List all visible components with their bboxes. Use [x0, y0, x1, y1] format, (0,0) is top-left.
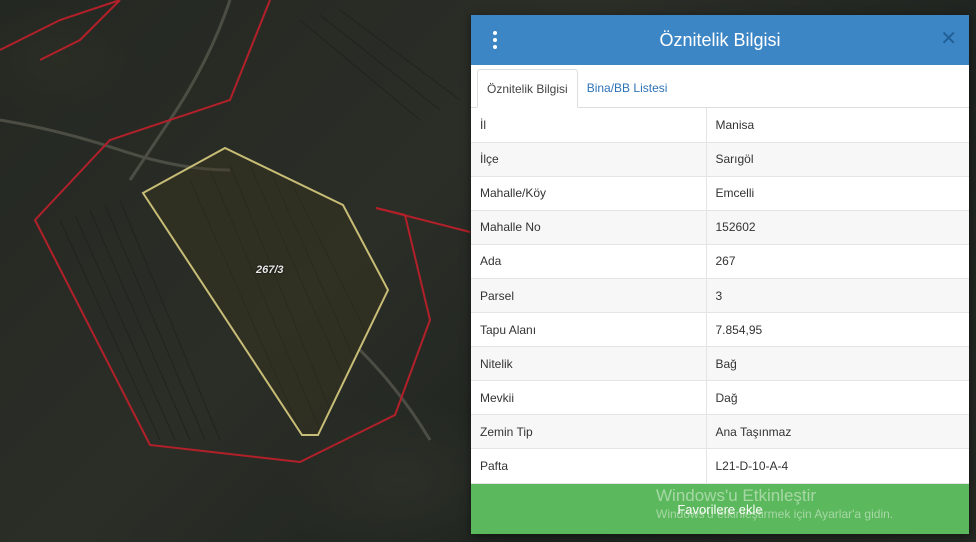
- row-key: Mahalle/Köy: [471, 176, 707, 211]
- row-key: Ada: [471, 244, 707, 279]
- row-value: Manisa: [706, 108, 969, 143]
- tab-building-list[interactable]: Bina/BB Listesi: [578, 68, 677, 107]
- tab-attribute-info[interactable]: Öznitelik Bilgisi: [477, 69, 578, 108]
- table-row: İlçe Sarıgöl: [471, 142, 969, 177]
- row-value: Bağ: [706, 346, 969, 382]
- panel-title: Öznitelik Bilgisi: [659, 29, 781, 50]
- row-value: 152602: [706, 210, 969, 245]
- tab-bar: Öznitelik Bilgisi Bina/BB Listesi: [471, 65, 969, 108]
- row-key: Pafta: [471, 448, 707, 484]
- attribute-table: İl Manisa İlçe Sarıgöl Mahalle/Köy Emcel…: [471, 108, 969, 484]
- parcel-label: 267/3: [256, 264, 284, 276]
- row-value: Emcelli: [706, 176, 969, 211]
- table-row: Pafta L21-D-10-A-4: [471, 448, 969, 484]
- table-row: Mahalle No 152602: [471, 210, 969, 245]
- row-value: 3: [706, 278, 969, 314]
- row-key: İlçe: [471, 142, 707, 177]
- panel-header: Öznitelik Bilgisi ✕: [471, 15, 969, 65]
- attribute-panel: Öznitelik Bilgisi ✕ Öznitelik Bilgisi Bi…: [471, 15, 969, 534]
- row-key: Mevkii: [471, 380, 707, 416]
- add-to-favorites-button[interactable]: Favorilere ekle: [471, 484, 969, 534]
- row-key: Mahalle No: [471, 210, 707, 245]
- table-row: Mahalle/Köy Emcelli: [471, 176, 969, 211]
- row-value: 7.854,95: [706, 312, 969, 348]
- vertical-dots-icon[interactable]: [491, 31, 499, 49]
- row-key: Parsel: [471, 278, 707, 314]
- table-row: Zemin Tip Ana Taşınmaz: [471, 414, 969, 450]
- row-key: İl: [471, 108, 707, 143]
- row-key: Nitelik: [471, 346, 707, 382]
- row-value: Sarıgöl: [706, 142, 969, 177]
- row-value: L21-D-10-A-4: [706, 448, 969, 484]
- table-row: Nitelik Bağ: [471, 346, 969, 382]
- row-key: Tapu Alanı: [471, 312, 707, 348]
- table-row: Tapu Alanı 7.854,95: [471, 312, 969, 348]
- row-value: Dağ: [706, 380, 969, 416]
- table-row: Parsel 3: [471, 278, 969, 314]
- row-value: 267: [706, 244, 969, 279]
- table-row: Ada 267: [471, 244, 969, 279]
- selected-parcel[interactable]: [141, 146, 390, 436]
- row-key: Zemin Tip: [471, 414, 707, 450]
- close-icon[interactable]: ✕: [940, 29, 957, 49]
- row-value: Ana Taşınmaz: [706, 414, 969, 450]
- table-row: Mevkii Dağ: [471, 380, 969, 416]
- table-row: İl Manisa: [471, 108, 969, 143]
